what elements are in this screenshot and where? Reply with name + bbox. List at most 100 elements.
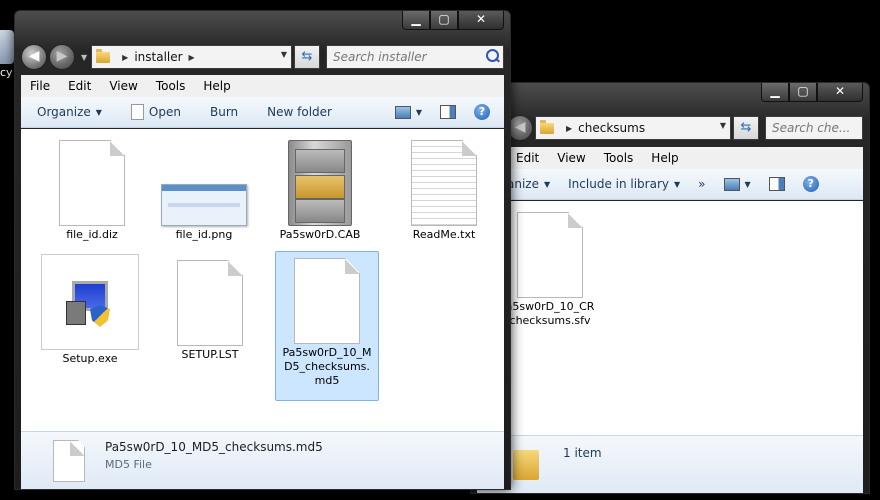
include-in-library-button[interactable]: Include in library ▼ (559, 177, 689, 191)
file-item-readme[interactable]: ReadMe.txt (395, 139, 493, 243)
folder-icon (540, 119, 554, 134)
chevron-down-icon: ▼ (543, 179, 551, 189)
file-cabinet-icon (288, 140, 352, 226)
menu-edit[interactable]: Edit (59, 79, 100, 93)
command-bar: anize ▼ Include in library ▼ » ▼ ? (477, 169, 863, 200)
minimize-button[interactable]: ▁ (761, 83, 789, 102)
menu-bar: Edit View Tools Help (477, 147, 863, 170)
breadcrumb-arrow-icon[interactable]: ▶ (122, 53, 128, 62)
file-list[interactable]: file_id.diz file_id.png Pa5sw0rD.CAB Rea… (21, 129, 504, 431)
minimize-button[interactable]: ▁ (402, 11, 430, 30)
burn-button[interactable]: Burn (190, 105, 247, 119)
file-name: Setup.exe (62, 352, 118, 365)
navigation-bar: ◀ ▶ ▼ ▶ installer ▶ ▼ ⇆ Search installer (21, 44, 504, 70)
document-icon (517, 212, 583, 298)
chevron-down-icon: ▼ (674, 179, 681, 189)
item-count: 1 item (563, 446, 602, 460)
recycle-bin-icon[interactable] (0, 30, 14, 64)
file-name: file_id.png (175, 228, 233, 241)
details-pane: 1 item (477, 435, 863, 493)
folder-icon (96, 48, 111, 63)
file-item-setup-lst[interactable]: SETUP.LST (161, 259, 259, 363)
file-item-cab[interactable]: Pa5sw0rD.CAB (271, 139, 369, 243)
desktop-icon-label: cy (0, 66, 13, 79)
help-button[interactable]: ? (794, 176, 828, 192)
navigation-bar: ◀ ▶ checksums ▼ ⇆ Search che... (477, 115, 863, 141)
command-bar: Organize ▼ Open Burn New folder ▼ ? (21, 97, 504, 128)
address-dropdown-icon[interactable]: ▼ (720, 121, 726, 130)
address-dropdown-icon[interactable]: ▼ (281, 50, 287, 59)
address-bar[interactable]: ▶ checksums ▼ (535, 116, 731, 140)
menu-help[interactable]: Help (194, 79, 239, 93)
menu-help[interactable]: Help (642, 151, 687, 165)
document-icon (53, 440, 85, 482)
more-commands-button[interactable]: » (689, 177, 714, 191)
caption-buttons: ▁ ▢ ✕ (402, 11, 504, 30)
page-icon (130, 104, 144, 120)
file-name: a5sw0rD_10_CR checksums.sfv (505, 300, 595, 327)
menu-file[interactable]: File (21, 79, 59, 93)
help-button[interactable]: ? (465, 104, 504, 120)
maximize-button[interactable]: ▢ (789, 83, 817, 102)
preview-pane-button[interactable] (431, 105, 465, 119)
view-icon (723, 177, 740, 191)
maximize-button[interactable]: ▢ (430, 11, 458, 30)
document-icon (59, 140, 125, 226)
organize-button[interactable]: Organize ▼ (21, 105, 111, 119)
file-name: Pa5sw0rD.CAB (279, 228, 361, 241)
folder-icon (513, 450, 539, 480)
file-name: SETUP.LST (181, 348, 239, 361)
breadcrumb-arrow-icon[interactable]: ▶ (189, 53, 195, 62)
file-item-file-id-diz[interactable]: file_id.diz (43, 139, 141, 243)
open-button[interactable]: Open (111, 104, 190, 120)
recent-pages-icon[interactable]: ▼ (81, 53, 87, 62)
file-name: ReadMe.txt (412, 228, 476, 241)
details-file-name: Pa5sw0rD_10_MD5_checksums.md5 (105, 440, 323, 454)
change-view-button[interactable]: ▼ (386, 105, 431, 119)
installer-icon (41, 254, 139, 350)
menu-bar: File Edit View Tools Help (21, 75, 504, 98)
refresh-icon[interactable]: ⇆ (733, 116, 759, 140)
file-item-file-id-png[interactable]: file_id.png (155, 139, 253, 243)
menu-view[interactable]: View (548, 151, 594, 165)
preview-pane-button[interactable] (760, 177, 794, 191)
file-list[interactable]: a5sw0rD_10_CR checksums.sfv (477, 201, 863, 435)
menu-tools[interactable]: Tools (595, 151, 643, 165)
file-name: Pa5sw0rD_10_MD5_checksums.md5 (282, 346, 372, 387)
breadcrumb-arrow-icon[interactable]: ▶ (566, 124, 572, 133)
change-view-button[interactable]: ▼ (715, 177, 760, 191)
preview-pane-icon (440, 105, 456, 119)
search-input[interactable]: Search installer (326, 45, 504, 69)
help-icon: ? (474, 104, 490, 120)
menu-tools[interactable]: Tools (147, 79, 195, 93)
menu-edit[interactable]: Edit (507, 151, 548, 165)
breadcrumb-item[interactable]: checksums (578, 121, 645, 135)
installer-window[interactable]: ▁ ▢ ✕ ◀ ▶ ▼ ▶ installer ▶ ▼ ⇆ Search ins… (14, 10, 511, 490)
checksums-window[interactable]: ▁ ▢ ✕ ◀ ▶ checksums ▼ ⇆ Search che... Ed… (470, 82, 870, 494)
details-file-type: MD5 File (105, 458, 152, 471)
close-button[interactable]: ✕ (817, 83, 863, 102)
address-bar[interactable]: ▶ installer ▶ ▼ (91, 45, 292, 69)
file-item-md5-selected[interactable]: Pa5sw0rD_10_MD5_checksums.md5 (275, 251, 379, 401)
close-button[interactable]: ✕ (458, 11, 504, 30)
menu-view[interactable]: View (100, 79, 146, 93)
back-button[interactable]: ◀ (21, 44, 47, 70)
text-document-icon (411, 140, 477, 226)
image-thumbnail-icon (161, 184, 247, 226)
document-icon (294, 258, 360, 344)
forward-button[interactable]: ▶ (49, 44, 75, 70)
help-icon: ? (802, 176, 819, 192)
refresh-icon[interactable]: ⇆ (294, 45, 320, 69)
view-icon (394, 105, 411, 119)
new-folder-button[interactable]: New folder (247, 105, 341, 119)
file-item-setup-exe[interactable]: Setup.exe (39, 253, 141, 367)
file-item[interactable]: a5sw0rD_10_CR checksums.sfv (501, 211, 599, 329)
search-icon[interactable] (486, 49, 499, 62)
document-icon (177, 260, 243, 346)
details-pane: Pa5sw0rD_10_MD5_checksums.md5 MD5 File (21, 431, 504, 489)
breadcrumb-item[interactable]: installer (134, 50, 182, 64)
chevron-down-icon: ▼ (95, 107, 102, 117)
search-input[interactable]: Search che... (765, 116, 863, 140)
caption-buttons: ▁ ▢ ✕ (761, 83, 863, 102)
preview-pane-icon (768, 177, 785, 191)
